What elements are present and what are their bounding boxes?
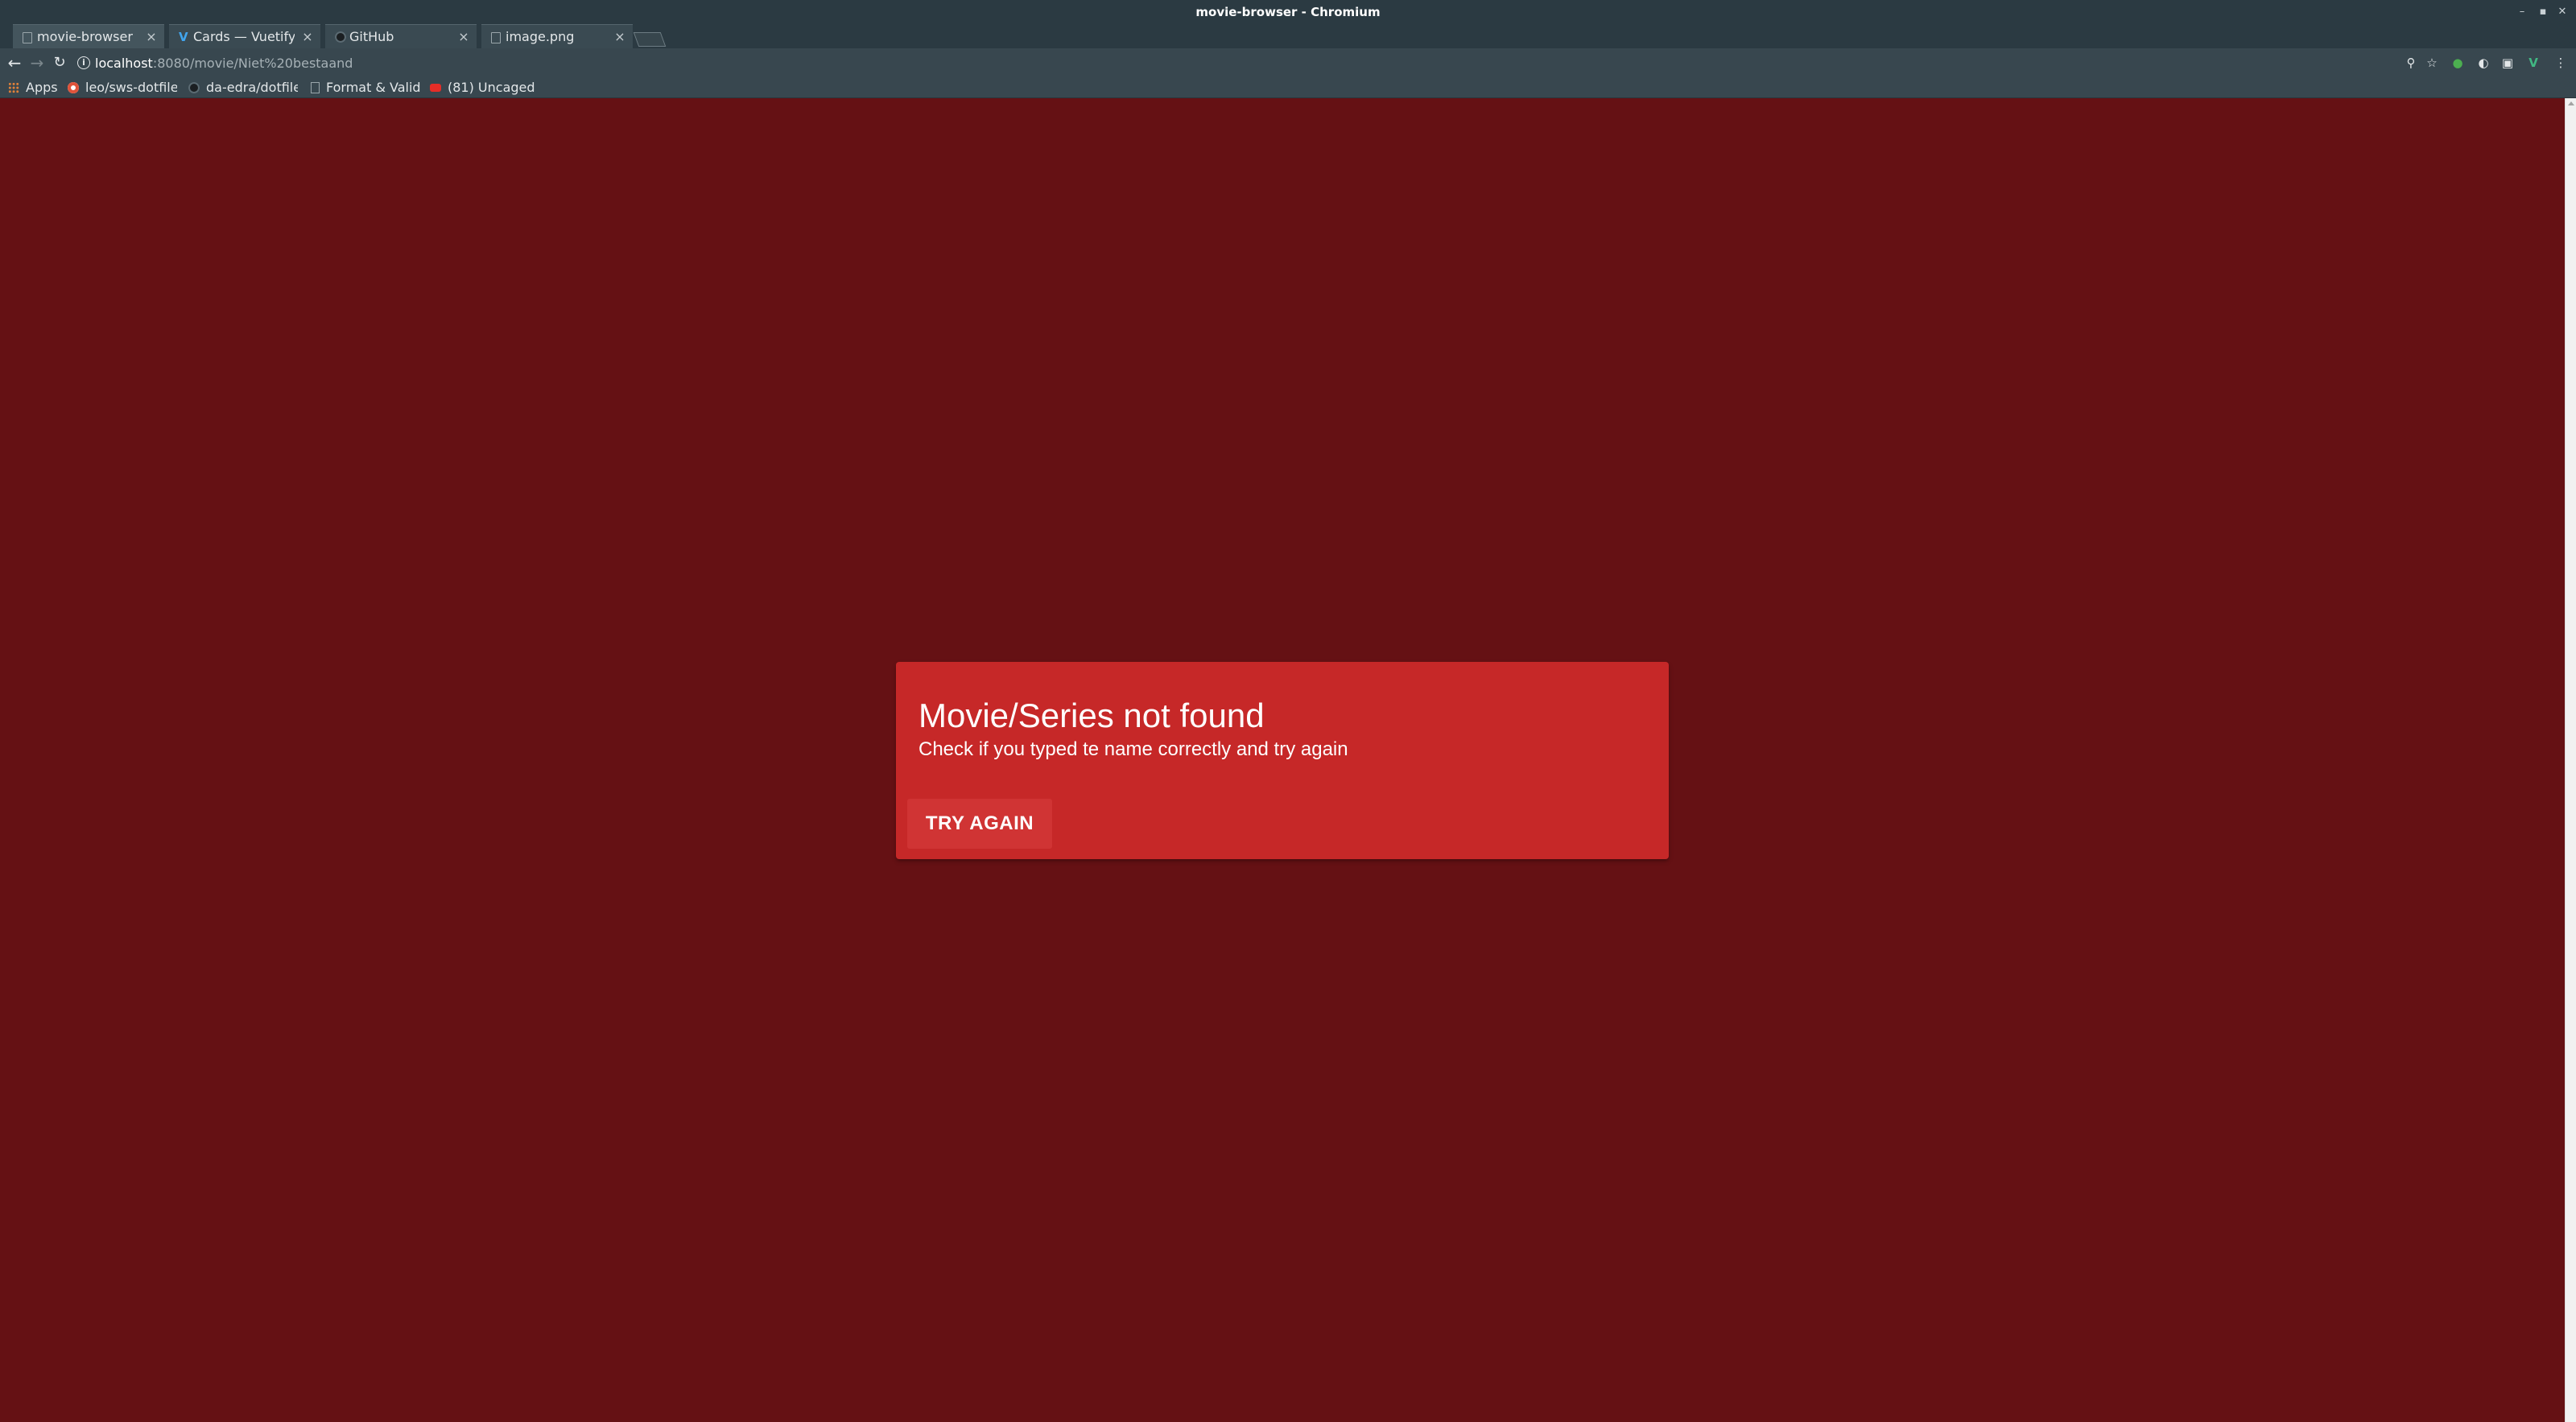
tab-cards-vuetify[interactable]: V Cards — Vuetify.js × — [169, 24, 320, 48]
bookmark-format-validate[interactable]: Format & Validate — [311, 77, 420, 98]
menu-icon[interactable]: ⋮ — [2553, 56, 2568, 70]
close-window-icon[interactable]: ✕ — [2555, 5, 2570, 19]
bookmarks-bar: Apps leo/sws-dotfiles da-edra/dotfiles F… — [0, 77, 2576, 98]
tab-movie-browser[interactable]: movie-browser × — [13, 24, 164, 48]
maximize-icon[interactable]: ▪ — [2536, 5, 2550, 19]
close-tab-icon[interactable]: × — [301, 25, 314, 49]
try-again-button[interactable]: TRY AGAIN — [907, 799, 1052, 849]
bookmark-sws-dotfiles[interactable]: leo/sws-dotfiles — [68, 77, 177, 98]
youtube-icon — [430, 84, 441, 92]
forward-arrow-icon[interactable]: → — [27, 53, 47, 72]
url-path: :8080/movie/Niet%20bestaand — [152, 56, 353, 71]
tab-label: GitHub — [349, 29, 394, 44]
scroll-up-arrow-icon[interactable] — [2568, 101, 2574, 105]
bookmark-label: Format & Validate — [326, 80, 420, 95]
vue-devtools-icon[interactable]: V — [2526, 56, 2541, 70]
tab-image-png[interactable]: image.png × — [481, 24, 633, 48]
tab-label: movie-browser — [37, 29, 133, 44]
new-tab-button[interactable] — [633, 32, 667, 47]
error-heading: Movie/Series not found — [919, 697, 1265, 734]
close-tab-icon[interactable]: × — [613, 25, 626, 49]
minimize-icon[interactable]: – — [2515, 5, 2529, 19]
error-message: Check if you typed te name correctly and… — [919, 738, 1348, 760]
apps-icon — [8, 82, 19, 93]
vuetify-icon: V — [179, 30, 188, 44]
reload-icon[interactable]: ↻ — [50, 53, 69, 72]
doc-icon — [23, 32, 32, 43]
extension-dark-mode-icon[interactable]: ◐ — [2476, 56, 2491, 70]
bookmark-uncaged[interactable]: (81) Uncaged — [430, 77, 539, 98]
bookmark-label: da-edra/dotfiles — [206, 80, 298, 95]
site-info-icon[interactable]: i — [77, 56, 90, 69]
window-titlebar: movie-browser - Chromium – ▪ ✕ — [0, 0, 2576, 23]
tab-label: Cards — Vuetify.js — [193, 29, 295, 44]
bookmark-da-edra-dotfiles[interactable]: da-edra/dotfiles — [188, 77, 298, 98]
github-icon — [335, 31, 346, 43]
address-bar[interactable]: localhost:8080/movie/Niet%20bestaand — [95, 48, 353, 77]
vertical-scrollbar[interactable] — [2565, 98, 2576, 1422]
zoom-icon[interactable]: ⚲ — [2404, 56, 2418, 70]
doc-icon — [311, 82, 320, 93]
bookmark-label: Apps — [26, 80, 58, 95]
close-tab-icon[interactable]: × — [145, 25, 158, 49]
doc-icon — [491, 32, 501, 43]
browser-toolbar: ← → ↻ i localhost:8080/movie/Niet%20best… — [0, 48, 2576, 77]
bookmark-label: (81) Uncaged — [448, 80, 535, 95]
bookmark-star-icon[interactable]: ☆ — [2425, 56, 2439, 70]
window-title: movie-browser - Chromium — [1195, 5, 1381, 19]
tab-label: image.png — [506, 29, 575, 44]
extension-green-icon[interactable]: ● — [2450, 56, 2465, 70]
github-icon — [188, 82, 200, 93]
url-host: localhost — [95, 56, 153, 71]
gear-icon — [68, 82, 79, 93]
tab-strip: movie-browser × V Cards — Vuetify.js × G… — [0, 23, 2576, 48]
bookmark-apps[interactable]: Apps — [8, 77, 58, 98]
back-arrow-icon[interactable]: ← — [5, 53, 24, 72]
error-card: Movie/Series not found Check if you type… — [896, 662, 1669, 859]
extension-box-icon[interactable]: ▣ — [2500, 56, 2515, 70]
bookmark-label: leo/sws-dotfiles — [85, 80, 177, 95]
close-tab-icon[interactable]: × — [457, 25, 470, 49]
tab-github[interactable]: GitHub × — [325, 24, 477, 48]
